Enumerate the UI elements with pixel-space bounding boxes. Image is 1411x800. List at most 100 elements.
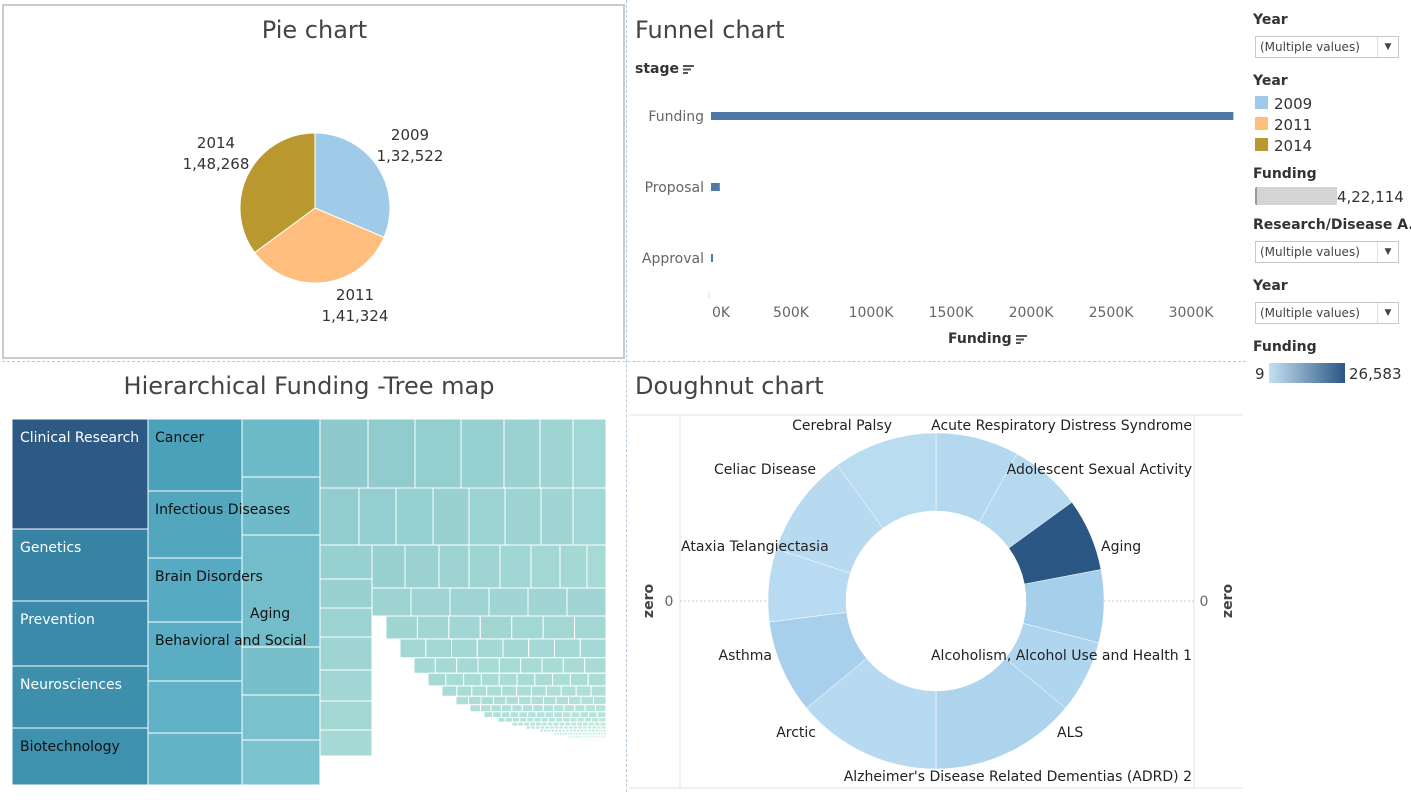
year-filter-2-dropdown[interactable]: (Multiple values) ▼ — [1255, 302, 1399, 324]
treemap-cell[interactable] — [572, 487, 607, 546]
treemap-cell[interactable] — [593, 721, 601, 727]
treemap-cell[interactable] — [456, 685, 473, 697]
funnel-bar-proposal[interactable] — [711, 183, 720, 191]
treemap-cell[interactable] — [539, 728, 545, 733]
year-filter-1-dropdown[interactable]: (Multiple values) ▼ — [1255, 36, 1399, 58]
treemap-cell[interactable] — [241, 646, 321, 696]
treemap-cell-prevention[interactable] — [12, 600, 149, 667]
treemap-cell[interactable] — [480, 695, 494, 706]
treemap-cell[interactable] — [584, 704, 597, 713]
treemap-cell[interactable] — [319, 487, 360, 546]
treemap-cell[interactable] — [572, 419, 607, 489]
treemap-cell[interactable] — [555, 716, 564, 723]
treemap-cell[interactable] — [546, 728, 552, 733]
treemap-cell[interactable] — [518, 695, 532, 706]
treemap-cell[interactable] — [579, 638, 607, 659]
treemap-cell[interactable] — [497, 716, 506, 723]
treemap-cell[interactable] — [517, 721, 525, 727]
treemap-cell[interactable] — [241, 419, 321, 478]
treemap-cell[interactable] — [532, 704, 544, 713]
treemap-cell-brain-disorders[interactable] — [147, 557, 243, 623]
treemap-cell[interactable] — [555, 695, 569, 706]
treemap-cell[interactable] — [445, 672, 465, 687]
treemap-cell[interactable] — [501, 685, 518, 697]
treemap-cell[interactable] — [540, 716, 549, 723]
treemap-cell[interactable] — [570, 721, 578, 727]
treemap-cell[interactable] — [530, 695, 544, 706]
treemap-cell[interactable] — [371, 587, 412, 617]
treemap-cell[interactable] — [576, 721, 583, 727]
treemap-cell[interactable] — [553, 704, 565, 713]
treemap-cell[interactable] — [451, 638, 478, 659]
treemap-cell[interactable] — [564, 721, 572, 727]
treemap-cell[interactable] — [574, 615, 607, 640]
treemap-cell[interactable] — [460, 419, 505, 489]
treemap-cell[interactable] — [529, 721, 536, 727]
treemap-cell[interactable] — [552, 721, 560, 727]
treemap-cell[interactable] — [584, 657, 607, 674]
treemap-cell[interactable] — [523, 721, 531, 727]
treemap-cell[interactable] — [587, 672, 607, 687]
treemap-cell[interactable] — [483, 711, 494, 718]
treemap-cell[interactable] — [449, 587, 490, 617]
treemap-cell[interactable] — [241, 694, 321, 741]
treemap-cell[interactable] — [545, 685, 562, 697]
treemap-cell[interactable] — [511, 615, 544, 640]
treemap-cell[interactable] — [561, 711, 572, 718]
funnel-bar-funding[interactable] — [711, 112, 1234, 120]
research-filter-dropdown[interactable]: (Multiple values) ▼ — [1255, 241, 1399, 263]
treemap-cell[interactable] — [579, 711, 590, 718]
treemap-cell[interactable] — [319, 636, 373, 671]
treemap-cell[interactable] — [596, 711, 607, 718]
legend-item-2014[interactable]: 2014 — [1274, 137, 1312, 155]
treemap-cell[interactable] — [582, 721, 589, 727]
treemap-cell[interactable] — [490, 704, 502, 713]
treemap-cell-behavioral-and-social[interactable] — [147, 621, 243, 682]
treemap-cell[interactable] — [563, 704, 576, 713]
treemap-cell[interactable] — [358, 487, 397, 546]
treemap-cell[interactable] — [521, 704, 534, 713]
treemap-cell[interactable] — [570, 711, 581, 718]
treemap-cell[interactable] — [468, 487, 506, 546]
treemap-cell[interactable] — [542, 615, 576, 640]
treemap-cell[interactable] — [468, 695, 482, 706]
treemap-cell[interactable] — [534, 725, 541, 730]
treemap-cell[interactable] — [526, 716, 535, 723]
treemap-cell[interactable] — [540, 721, 548, 727]
treemap-cell[interactable] — [528, 638, 555, 659]
treemap-cell[interactable] — [558, 721, 566, 727]
treemap-cell[interactable] — [527, 711, 537, 718]
treemap-cell[interactable] — [476, 638, 504, 659]
treemap-cell[interactable] — [598, 716, 607, 723]
treemap-cell[interactable] — [480, 672, 500, 687]
treemap-cell[interactable] — [448, 615, 481, 640]
treemap-cell[interactable] — [367, 419, 416, 489]
legend-item-2009[interactable]: 2009 — [1274, 95, 1312, 113]
treemap-cell[interactable] — [504, 487, 542, 546]
treemap-cell[interactable] — [441, 685, 458, 697]
treemap-cell[interactable] — [438, 544, 470, 589]
treemap-cell[interactable] — [566, 587, 607, 617]
treemap-cell[interactable] — [319, 544, 373, 580]
treemap-cell[interactable] — [471, 685, 488, 697]
treemap-cell[interactable] — [502, 638, 530, 659]
treemap-cell[interactable] — [516, 672, 536, 687]
treemap-cell[interactable] — [580, 695, 594, 706]
treemap-cell-neurosciences[interactable] — [12, 665, 149, 729]
treemap-cell[interactable] — [583, 716, 593, 723]
treemap-cell[interactable] — [432, 487, 470, 546]
treemap-cell[interactable] — [505, 695, 519, 706]
treemap-cell[interactable] — [559, 544, 588, 589]
treemap-cell[interactable] — [525, 725, 532, 730]
treemap-cell[interactable] — [241, 739, 321, 785]
treemap-cell[interactable] — [586, 544, 607, 589]
treemap-cell[interactable] — [542, 704, 555, 713]
treemap-cell[interactable] — [147, 732, 243, 785]
treemap-cell[interactable] — [414, 419, 462, 489]
treemap-cell[interactable] — [319, 729, 373, 757]
treemap-cell[interactable] — [413, 657, 436, 674]
treemap-cell[interactable] — [533, 716, 542, 723]
treemap-cell[interactable] — [520, 657, 543, 674]
treemap-cell[interactable] — [568, 695, 582, 706]
treemap-cell[interactable] — [593, 695, 607, 706]
